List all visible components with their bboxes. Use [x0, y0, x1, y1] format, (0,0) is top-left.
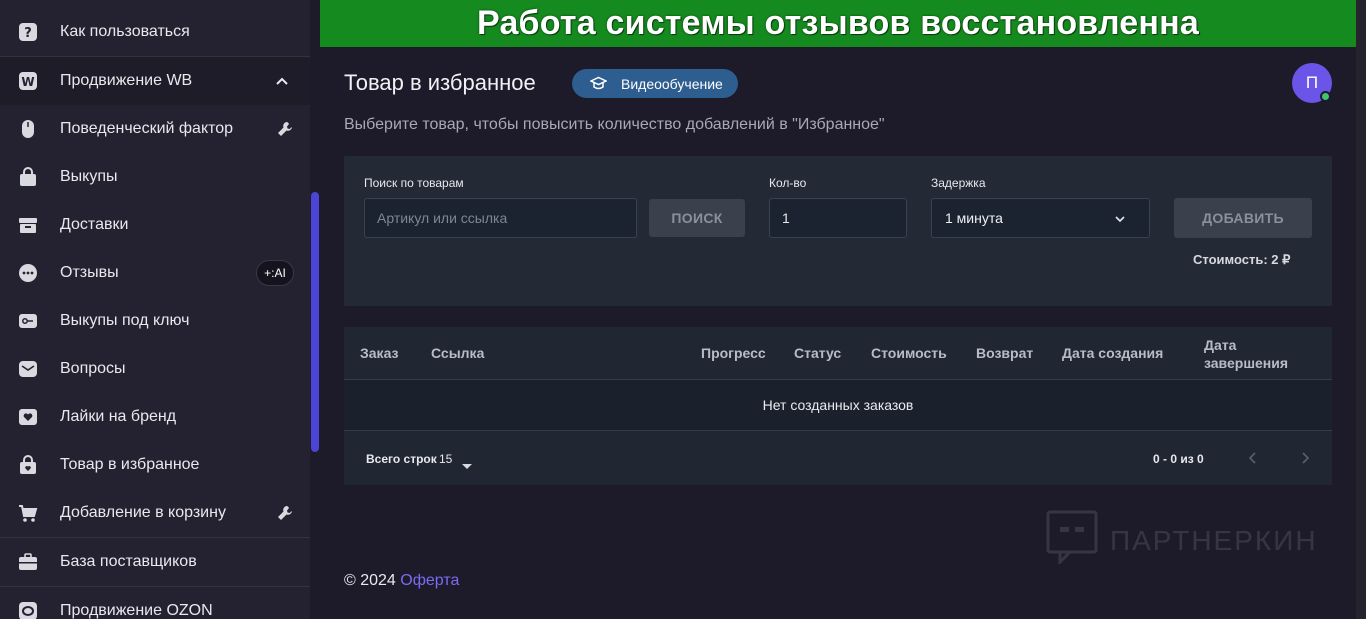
sidebar-item-label: Лайки на бренд [60, 408, 177, 425]
orders-table: Заказ Ссылка Прогресс Статус Стоимость В… [344, 327, 1332, 485]
table-header: Заказ Ссылка Прогресс Статус Стоимость В… [344, 327, 1332, 380]
sidebar-item-label: Продвижение OZON [60, 602, 213, 619]
mouse-icon [18, 119, 38, 139]
chevron-right-icon[interactable] [1298, 451, 1312, 465]
delay-label: Задержка [931, 176, 986, 190]
column-header-cost[interactable]: Стоимость [871, 345, 947, 361]
ozon-logo-icon [18, 601, 38, 619]
banner-text: Работа системы отзывов восстановленна [477, 4, 1199, 42]
search-label: Поиск по товарам [364, 176, 464, 190]
sidebar-item-label: Продвижение WB [60, 72, 193, 89]
wrench-icon [277, 121, 293, 137]
chevron-up-icon[interactable] [275, 74, 289, 88]
column-header-refund[interactable]: Возврат [976, 345, 1033, 361]
sidebar-item-label: Поведенческий фактор [60, 120, 234, 137]
search-button[interactable]: ПОИСК [649, 199, 745, 237]
online-status-dot [1320, 91, 1331, 102]
order-form-card: Поиск по товарам ПОИСК Кол-во Задержка 1… [344, 156, 1332, 306]
sidebar-item-label: База поставщиков [60, 553, 197, 570]
rows-per-page-label: Всего строк [366, 452, 437, 466]
sidebar-item-ozon-promo[interactable]: Продвижение OZON [0, 587, 310, 619]
quantity-input[interactable] [769, 198, 907, 238]
wb-logo-icon: W [18, 71, 38, 91]
sidebar-item-label: Доставки [60, 216, 129, 233]
column-header-order[interactable]: Заказ [360, 345, 398, 361]
graduation-cap-icon [589, 75, 608, 92]
sidebar-scrollbar[interactable] [311, 192, 319, 452]
rows-per-page-value[interactable]: 15 [439, 452, 452, 466]
pagination-range: 0 - 0 из 0 [1153, 452, 1204, 466]
table-empty-row: Нет созданных заказов [344, 380, 1332, 431]
watermark-logo-icon [1046, 510, 1098, 571]
sidebar-item-cart[interactable]: Добавление в корзину [0, 489, 310, 537]
video-tutorial-label: Видеообучение [621, 75, 723, 92]
announcement-banner: Работа системы отзывов восстановленна [320, 0, 1356, 47]
question-icon: ? [18, 22, 38, 42]
add-button[interactable]: ДОБАВИТЬ [1174, 198, 1312, 238]
cart-icon [18, 503, 38, 523]
sidebar-item-buyouts[interactable]: Выкупы [0, 153, 310, 201]
bag-icon [18, 167, 38, 187]
key-icon [18, 311, 38, 331]
sidebar-item-suppliers[interactable]: База поставщиков [0, 538, 310, 586]
quantity-label: Кол-во [769, 176, 807, 190]
video-tutorial-button[interactable]: Видеообучение [572, 69, 738, 98]
sidebar-item-label: Отзывы [60, 264, 119, 281]
page-scrollbar-track [1356, 0, 1366, 619]
sidebar: ? Как пользоваться W Продвижение WB Пове… [0, 0, 310, 619]
sidebar-item-how-to[interactable]: ? Как пользоваться [0, 8, 310, 56]
sidebar-item-reviews[interactable]: Отзывы +:AI [0, 249, 310, 297]
chat-icon [18, 263, 38, 283]
watermark-text: ПАРТНЕРКИН [1110, 524, 1318, 556]
box-icon [18, 215, 38, 235]
sidebar-item-brand-likes[interactable]: Лайки на бренд [0, 393, 310, 441]
page-title: Товар в избранное [344, 70, 536, 95]
column-header-progress[interactable]: Прогресс [701, 345, 766, 361]
ai-badge: +:AI [256, 260, 294, 286]
app-root: ? Как пользоваться W Продвижение WB Пове… [0, 0, 1366, 619]
chevron-down-icon [1113, 212, 1127, 226]
svg-text:?: ? [24, 26, 32, 41]
column-header-completed[interactable]: Дата завершения [1204, 336, 1294, 372]
sidebar-item-label: Добавление в корзину [60, 504, 226, 521]
sidebar-item-favorites[interactable]: Товар в избранное [0, 441, 310, 489]
cost-text: Стоимость: 2 ₽ [1193, 252, 1291, 267]
delay-select[interactable]: 1 минута [931, 198, 1150, 238]
sidebar-item-questions[interactable]: Вопросы [0, 345, 310, 393]
sidebar-item-deliveries[interactable]: Доставки [0, 201, 310, 249]
column-header-link[interactable]: Ссылка [431, 345, 484, 361]
sidebar-item-behavior[interactable]: Поведенческий фактор [0, 105, 310, 153]
envelope-icon [18, 359, 38, 379]
sidebar-item-label: Вопросы [60, 360, 126, 377]
svg-text:W: W [21, 75, 34, 89]
column-header-status[interactable]: Статус [794, 345, 841, 361]
sidebar-item-turnkey[interactable]: Выкупы под ключ [0, 297, 310, 345]
wrench-icon [277, 505, 293, 521]
caret-down-icon[interactable] [462, 457, 472, 469]
sidebar-item-label: Выкупы [60, 168, 118, 185]
sidebar-item-label: Выкупы под ключ [60, 312, 190, 329]
offer-link[interactable]: Оферта [400, 572, 459, 589]
page-subtitle: Выберите товар, чтобы повысить количеств… [344, 116, 885, 133]
column-header-created[interactable]: Дата создания [1062, 345, 1163, 361]
bag-heart-icon [18, 455, 38, 475]
chevron-left-icon[interactable] [1246, 451, 1260, 465]
sidebar-item-wb-promo[interactable]: W Продвижение WB [0, 57, 310, 105]
sidebar-item-label: Товар в избранное [60, 456, 200, 473]
sidebar-item-label: Как пользоваться [60, 23, 190, 40]
briefcase-icon [18, 552, 38, 572]
delay-select-value: 1 минута [945, 210, 1003, 226]
footer: © 2024 Оферта [344, 572, 459, 590]
watermark: ПАРТНЕРКИН [1046, 510, 1318, 571]
heart-icon [18, 407, 38, 427]
copyright-text: © 2024 [344, 572, 396, 589]
empty-state-text: Нет созданных заказов [762, 397, 914, 413]
search-input[interactable] [364, 198, 637, 238]
